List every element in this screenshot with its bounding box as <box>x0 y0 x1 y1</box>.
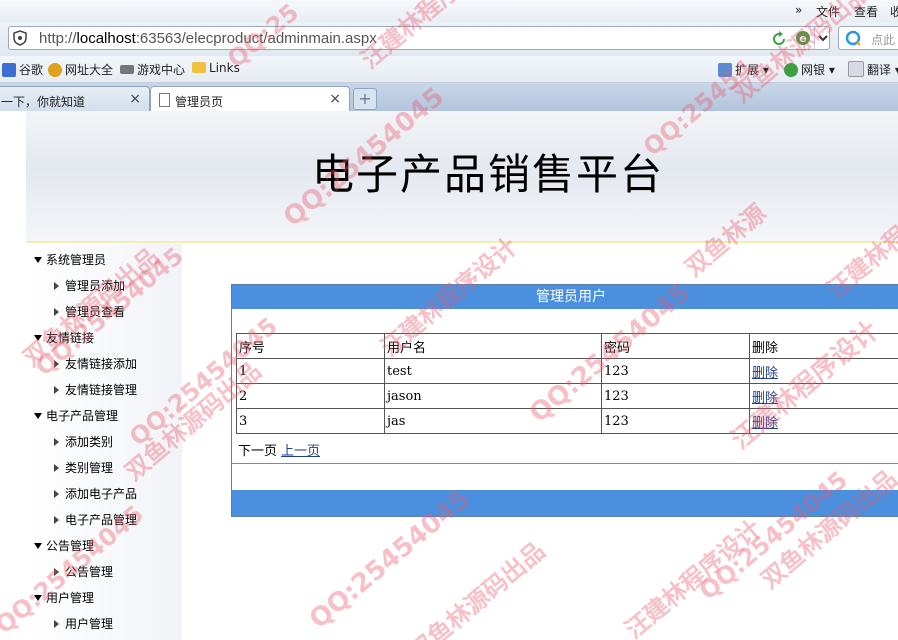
svg-text:e: e <box>799 32 806 45</box>
nav-item-user-manage[interactable]: 用户管理 <box>54 615 113 632</box>
column-header-password: 密码 <box>601 333 750 359</box>
nav-group-friend-links[interactable]: 友情链接 <box>34 329 94 346</box>
close-icon[interactable]: × <box>329 91 341 107</box>
tab-admin-page[interactable]: 管理员页 × <box>150 86 350 111</box>
panel-footer <box>232 490 898 516</box>
admin-users-panel: 管理员用户 序号 用户名 密码 删除 1 test 123 删除 2 jason… <box>231 284 898 517</box>
cell-username: jas <box>384 408 602 434</box>
cell-password: 123 <box>601 383 750 409</box>
nav-group-system-admin[interactable]: 系统管理员 <box>34 251 106 268</box>
table-row: 2 jason 123 删除 <box>236 383 898 409</box>
table-header-row: 序号 用户名 密码 删除 <box>236 333 898 359</box>
menu-overflow-button[interactable]: » <box>795 3 802 17</box>
delete-link[interactable]: 删除 <box>752 366 778 381</box>
pager: 下一页 上一页 <box>238 440 320 459</box>
column-header-delete: 删除 <box>749 333 898 359</box>
cell-id: 3 <box>236 408 385 434</box>
chevron-down-icon[interactable] <box>814 27 831 49</box>
bookmarks-bar: 谷歌 网址大全 游戏中心 Links 扩展 ▾ 网银 ▾ 翻译 ▾ <box>0 56 898 83</box>
site-banner: 电子产品销售平台 <box>26 111 898 243</box>
close-icon[interactable]: × <box>129 91 141 107</box>
address-bar[interactable]: http://localhost:63563/elecproduct/admin… <box>8 26 830 50</box>
menu-file[interactable]: 文件 <box>816 3 840 20</box>
nav-item-notice-manage[interactable]: 公告管理 <box>54 563 113 580</box>
grid-icon <box>718 63 732 77</box>
nav-group-products[interactable]: 电子产品管理 <box>34 407 118 424</box>
panel-title: 管理员用户 <box>232 285 898 309</box>
pager-next[interactable]: 下一页 <box>238 444 277 459</box>
search-placeholder: 点此 <box>871 33 896 47</box>
cell-id: 1 <box>236 358 385 384</box>
nav-item-link-manage[interactable]: 友情链接管理 <box>54 381 137 398</box>
cell-action: 删除 <box>749 358 898 384</box>
tab-baidu[interactable]: 一下，你就知道 × <box>0 86 150 111</box>
menu-extra[interactable]: 收 <box>890 3 898 20</box>
toolbar-extensions[interactable]: 扩展 ▾ <box>718 61 769 78</box>
table-row: 3 jas 123 删除 <box>236 408 898 434</box>
cell-action: 删除 <box>749 408 898 434</box>
nav-item-category-add[interactable]: 添加类别 <box>54 433 113 450</box>
cell-password: 123 <box>601 358 750 384</box>
delete-link[interactable]: 删除 <box>752 416 778 431</box>
panel-divider <box>232 463 898 464</box>
cell-password: 123 <box>601 408 750 434</box>
page-icon <box>159 93 170 107</box>
gamepad-icon <box>120 65 134 74</box>
refresh-icon[interactable] <box>771 31 787 47</box>
browser-menu-bar: » 文件 查看 收 <box>0 0 898 22</box>
nav-item-product-manage[interactable]: 电子产品管理 <box>54 511 137 528</box>
admin-users-table: 序号 用户名 密码 删除 1 test 123 删除 2 jason 123 删… <box>236 333 898 434</box>
bookmark-links[interactable]: Links <box>192 61 240 75</box>
toolbar-bank[interactable]: 网银 ▾ <box>784 61 835 78</box>
cell-id: 2 <box>236 383 385 409</box>
folder-icon <box>192 62 206 73</box>
search-box[interactable]: 点此 <box>838 26 898 50</box>
google-icon <box>2 63 16 77</box>
nav-item-product-add[interactable]: 添加电子产品 <box>54 485 137 502</box>
pager-prev-link[interactable]: 上一页 <box>281 444 320 459</box>
translate-icon <box>848 61 864 77</box>
bookmark-site-list[interactable]: 网址大全 <box>48 61 113 78</box>
nav-item-admin-view[interactable]: 管理员查看 <box>54 303 125 320</box>
nav-item-link-add[interactable]: 友情链接添加 <box>54 355 137 372</box>
tab-bar: 一下，你就知道 × 管理员页 × + <box>0 83 898 111</box>
menu-view[interactable]: 查看 <box>854 3 878 20</box>
toolbar-translate[interactable]: 翻译 ▾ <box>848 61 898 78</box>
column-header-id: 序号 <box>236 333 385 359</box>
cell-action: 删除 <box>749 383 898 409</box>
sidebar-nav: 系统管理员 管理员添加 管理员查看 友情链接 友情链接添加 友情链接管理 电子产… <box>26 244 182 640</box>
bookmark-google[interactable]: 谷歌 <box>2 61 43 78</box>
url-text[interactable]: http://localhost:63563/elecproduct/admin… <box>39 30 377 47</box>
site-title: 电子产品销售平台 <box>312 150 665 199</box>
cell-username: test <box>384 358 602 384</box>
column-header-username: 用户名 <box>384 333 602 359</box>
ie-compat-icon[interactable]: e <box>795 30 811 46</box>
bookmark-game-center[interactable]: 游戏中心 <box>120 61 185 78</box>
shield-icon <box>13 30 27 46</box>
page-content: 电子产品销售平台 系统管理员 管理员添加 管理员查看 友情链接 友情链接添加 友… <box>0 111 898 640</box>
search-engine-icon <box>845 30 861 46</box>
new-tab-button[interactable]: + <box>353 88 377 110</box>
nav-group-users[interactable]: 用户管理 <box>34 589 94 606</box>
bank-icon <box>784 63 798 77</box>
table-row: 1 test 123 删除 <box>236 358 898 384</box>
delete-link[interactable]: 删除 <box>752 391 778 406</box>
site-list-icon <box>48 63 62 77</box>
nav-group-notices[interactable]: 公告管理 <box>34 537 94 554</box>
cell-username: jason <box>384 383 602 409</box>
nav-item-admin-add[interactable]: 管理员添加 <box>54 277 125 294</box>
nav-item-category-manage[interactable]: 类别管理 <box>54 459 113 476</box>
address-bar-row: http://localhost:63563/elecproduct/admin… <box>0 22 898 56</box>
